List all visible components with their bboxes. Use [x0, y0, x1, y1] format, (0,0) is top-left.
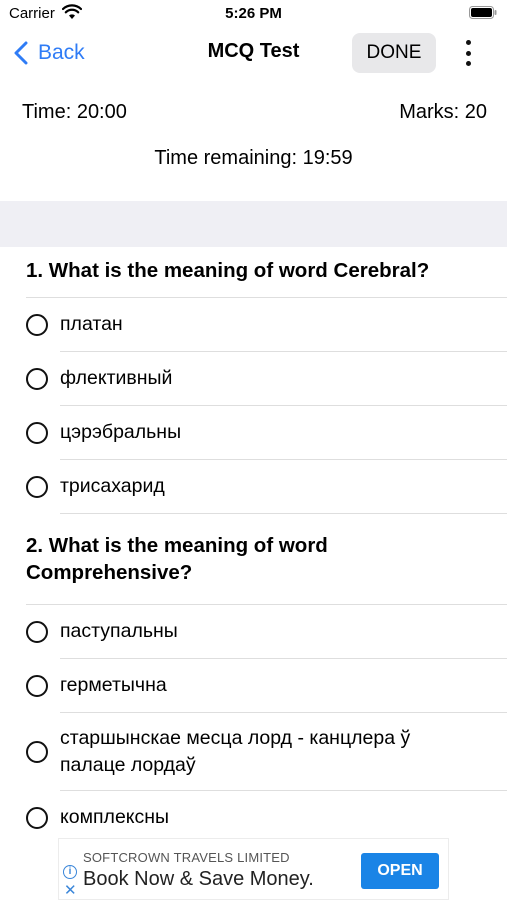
option-label: цэрэбральны [60, 421, 182, 443]
more-options-icon[interactable] [456, 38, 480, 68]
status-bar: Carrier 5:26 PM [0, 0, 507, 26]
radio-button-icon[interactable] [26, 806, 48, 829]
back-label: Back [38, 41, 85, 64]
marks-label: Marks: 20 [399, 101, 487, 123]
question-2-text: 2. What is the meaning of word Comprehen… [26, 534, 328, 584]
ad-banner[interactable]: i ✕ SOFTCROWN TRAVELS LIMITED Book Now &… [58, 838, 449, 900]
ad-close-icon[interactable]: ✕ [64, 881, 77, 899]
question-2-option-2[interactable]: герметычна [0, 659, 507, 712]
radio-button-icon[interactable] [26, 313, 48, 336]
question-1-option-1[interactable]: платан [0, 298, 507, 351]
option-label: флективный [60, 367, 173, 389]
ad-headline: Book Now & Save Money. [83, 868, 314, 890]
option-label: платан [60, 313, 123, 335]
status-time: 5:26 PM [225, 5, 282, 22]
question-2-option-4[interactable]: комплексны [0, 791, 507, 844]
battery-icon [469, 6, 497, 19]
back-button[interactable]: Back [14, 38, 85, 68]
radio-button-icon[interactable] [26, 421, 48, 444]
option-label: старшынскае месца лорд - канцлера ў пала… [60, 726, 411, 776]
radio-button-icon[interactable] [26, 674, 48, 697]
question-2-option-1[interactable]: паступальны [0, 605, 507, 658]
option-label: комплексны [60, 806, 170, 828]
chevron-left-icon [14, 41, 28, 65]
question-2-option-3[interactable]: старшынскае месца лорд - канцлера ў пала… [0, 713, 507, 790]
radio-button-icon[interactable] [26, 475, 48, 498]
total-time-label: Time: 20:00 [22, 101, 127, 123]
question-1-option-4[interactable]: трисахарид [0, 460, 507, 513]
question-1-text: 1. What is the meaning of word Cerebral? [26, 259, 430, 282]
ad-sponsor: SOFTCROWN TRAVELS LIMITED [83, 850, 290, 865]
section-divider [0, 201, 507, 247]
option-label: трисахарид [60, 475, 165, 497]
radio-button-icon[interactable] [26, 620, 48, 643]
done-button[interactable]: DONE [352, 33, 436, 73]
divider [60, 513, 507, 514]
navigation-bar: Back MCQ Test DONE [0, 26, 507, 80]
radio-button-icon[interactable] [26, 367, 48, 390]
time-remaining-label: Time remaining: 19:59 [154, 147, 353, 169]
radio-button-icon[interactable] [26, 740, 48, 763]
question-1-option-2[interactable]: флективный [0, 352, 507, 405]
option-label: герметычна [60, 674, 167, 696]
question-1-option-3[interactable]: цэрэбральны [0, 406, 507, 459]
ad-open-button[interactable]: OPEN [361, 853, 439, 889]
option-label: паступальны [60, 620, 178, 642]
ad-info-icon[interactable]: i [63, 865, 77, 879]
